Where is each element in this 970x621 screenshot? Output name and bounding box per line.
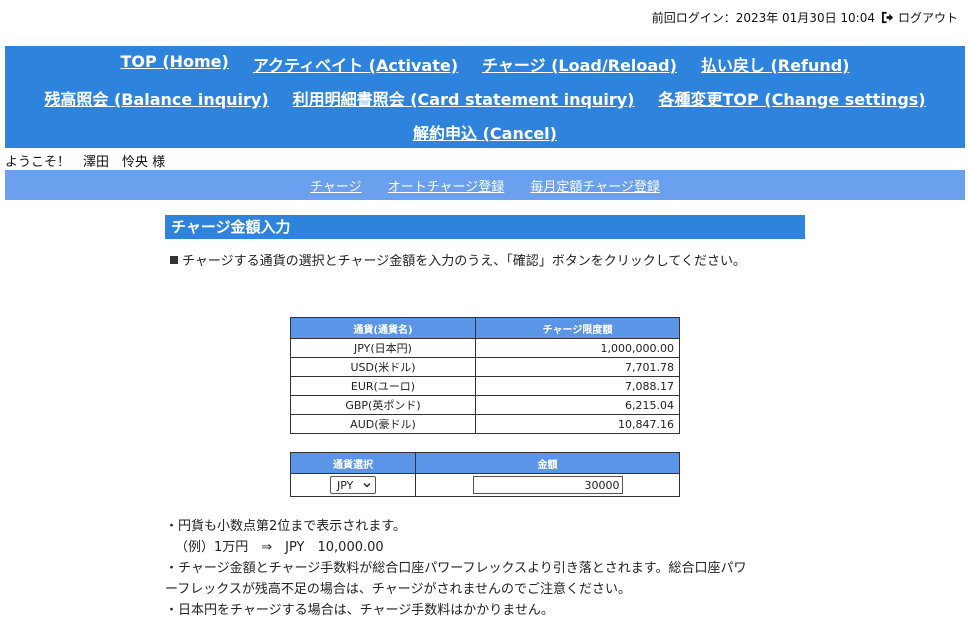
note-line: ・日本円をチャージする場合は、チャージ手数料はかかりません。 [165,603,554,618]
currency-cell: AUD(豪ドル) [290,414,476,434]
column-header-currency-select: 通貨選択 [290,452,416,474]
nav-card-statement[interactable]: 利用明細書照会 (Card statement inquiry) [281,86,647,110]
logout-arrow-icon [881,11,894,24]
last-login-area: 前回ログイン：2023年 01月30日 10:04 ログアウト [652,9,958,26]
table-row: GBP(英ポンド) 6,215.04 [290,395,680,415]
notes: ・円貨も小数点第2位まで表示されます。 （例）1万円 ⇒ JPY 10,000.… [165,516,805,621]
main-nav-row-2: 残高照会 (Balance inquiry) 利用明細書照会 (Card sta… [5,86,965,110]
logout-link[interactable]: ログアウト [881,9,958,26]
nav-top-home[interactable]: TOP (Home) [109,52,241,76]
logout-label: ログアウト [897,11,958,25]
note-line: ・円貨も小数点第2位まで表示されます。 [165,519,406,534]
main-nav-row-1: TOP (Home) アクティベイト (Activate) チャージ (Load… [5,52,965,76]
instruction-label: チャージする通貨の選択とチャージ金額を入力のうえ、「確認」ボタンをクリックしてく… [182,254,746,269]
subnav-charge[interactable]: チャージ [297,176,375,195]
limit-cell: 10,847.16 [475,414,680,434]
charge-entry-table: 通貨選択 金額 JPY 30000 [290,452,680,497]
amount-input[interactable]: 30000 [472,476,623,494]
column-header-limit: チャージ限度額 [475,317,680,339]
nav-balance-inquiry[interactable]: 残高照会 (Balance inquiry) [32,86,280,110]
note-line: ・チャージ金額とチャージ手数料が総合口座パワーフレックスより引き落とされます。総… [165,561,747,576]
table-row: AUD(豪ドル) 10,847.16 [290,414,680,434]
currency-select-value: JPY [337,479,354,492]
note-example: （例）1万円 ⇒ JPY 10,000.00 [175,540,384,555]
currency-cell: JPY(日本円) [290,338,476,358]
currency-select[interactable]: JPY [330,476,376,494]
nav-refund[interactable]: 払い戻し (Refund) [689,52,862,76]
main-nav-row-3: 解約申込 (Cancel) [5,120,965,144]
section-title: チャージ金額入力 [165,215,805,239]
column-header-currency: 通貨(通貨名) [290,317,476,339]
main-navigation: TOP (Home) アクティベイト (Activate) チャージ (Load… [5,46,965,148]
column-header-amount: 金額 [415,452,680,474]
nav-cancel[interactable]: 解約申込 (Cancel) [401,120,569,144]
limit-cell: 6,215.04 [475,395,680,415]
table-row: JPY 30000 [290,473,680,497]
nav-charge[interactable]: チャージ (Load/Reload) [470,52,689,76]
currency-cell: USD(米ドル) [290,357,476,377]
currency-cell: GBP(英ポンド) [290,395,476,415]
nav-activate[interactable]: アクティベイト (Activate) [241,52,470,76]
instruction-text: チャージする通貨の選択とチャージ金額を入力のうえ、「確認」ボタンをクリックしてく… [170,250,746,269]
table-header-row: 通貨選択 金額 [290,452,680,474]
subnav-monthly-charge[interactable]: 毎月定額チャージ登録 [517,176,673,195]
table-header-row: 通貨(通貨名) チャージ限度額 [290,317,680,339]
sub-navigation: チャージ オートチャージ登録 毎月定額チャージ登録 [5,170,965,200]
limit-cell: 7,701.78 [475,357,680,377]
limit-cell: 1,000,000.00 [475,338,680,358]
chevron-down-icon [363,483,371,488]
charge-limit-table: 通貨(通貨名) チャージ限度額 JPY(日本円) 1,000,000.00 US… [290,317,680,434]
nav-change-settings[interactable]: 各種変更TOP (Change settings) [646,86,937,110]
limit-cell: 7,088.17 [475,376,680,396]
welcome-message: ようこそ！ 澤田 怜央 様 [5,155,166,170]
square-bullet-icon [170,256,178,264]
table-row: JPY(日本円) 1,000,000.00 [290,338,680,358]
subnav-auto-charge[interactable]: オートチャージ登録 [375,176,518,195]
currency-cell: EUR(ユーロ) [290,376,476,396]
currency-select-cell: JPY [290,473,416,497]
last-login-text: 前回ログイン：2023年 01月30日 10:04 [651,11,875,25]
table-row: EUR(ユーロ) 7,088.17 [290,376,680,396]
top-bar: 前回ログイン：2023年 01月30日 10:04 ログアウト [0,0,970,34]
table-row: USD(米ドル) 7,701.78 [290,357,680,377]
amount-cell: 30000 [415,473,680,497]
note-line: ーフレックスが残高不足の場合は、チャージがされませんのでご注意ください。 [165,582,632,597]
